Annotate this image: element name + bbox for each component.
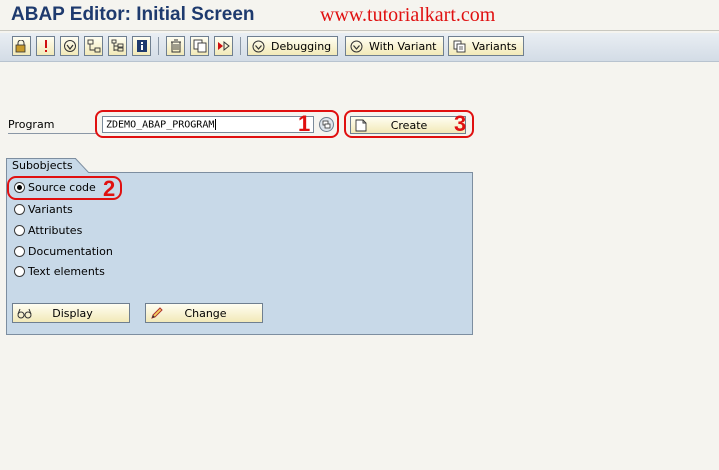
display-button[interactable]: Display	[12, 303, 130, 323]
annotation-number-3: 3	[454, 111, 467, 136]
glasses-icon	[16, 306, 32, 320]
radio-text-elements[interactable]: Text elements	[14, 265, 105, 278]
application-toolbar: Debugging With Variant Variants	[0, 33, 719, 62]
radio-documentation[interactable]: Documentation	[14, 245, 113, 258]
check-icon[interactable]	[36, 36, 55, 56]
with-variant-button[interactable]: With Variant	[345, 36, 444, 56]
copy-icon[interactable]	[190, 36, 209, 56]
other-object-icon[interactable]	[12, 36, 31, 56]
toolbar-separator	[240, 37, 241, 55]
annotation-number-2: 2	[103, 176, 116, 201]
with-variant-label: With Variant	[369, 39, 437, 53]
radio-button[interactable]	[14, 204, 25, 215]
program-label: Program	[8, 118, 55, 131]
debugging-label: Debugging	[271, 39, 332, 53]
change-label: Change	[184, 306, 227, 320]
watermark: www.tutorialkart.com	[320, 4, 496, 26]
display-object-list-icon[interactable]	[108, 36, 127, 56]
debugging-icon	[251, 39, 265, 53]
variants-icon	[452, 39, 466, 53]
variants-label: Variants	[472, 39, 517, 53]
variants-button[interactable]: Variants	[448, 36, 524, 56]
rename-icon[interactable]	[214, 36, 233, 56]
radio-button[interactable]	[14, 225, 25, 236]
change-button[interactable]: Change	[145, 303, 263, 323]
activate-icon[interactable]	[60, 36, 79, 56]
radio-label: Source code	[28, 181, 96, 194]
where-used-icon[interactable]	[84, 36, 103, 56]
radio-attributes[interactable]: Attributes	[14, 224, 82, 237]
title-divider	[0, 30, 719, 31]
toolbar-separator	[158, 37, 159, 55]
window-title: ABAP Editor: Initial Screen	[11, 4, 255, 25]
info-icon[interactable]	[132, 36, 151, 56]
radio-button[interactable]	[14, 246, 25, 257]
pencil-icon	[149, 306, 165, 320]
radio-button[interactable]	[14, 266, 25, 277]
radio-label: Attributes	[28, 224, 83, 237]
execute-with-variant-icon	[349, 39, 363, 53]
radio-label: Variants	[28, 203, 73, 216]
display-label: Display	[52, 306, 93, 320]
radio-dot	[17, 185, 22, 190]
debugging-button[interactable]: Debugging	[247, 36, 339, 56]
radio-label: Documentation	[28, 245, 113, 258]
group-tab-corner	[75, 158, 89, 173]
program-label-underline	[8, 133, 98, 134]
radio-button-selected[interactable]	[14, 182, 25, 193]
delete-icon[interactable]	[166, 36, 185, 56]
radio-label: Text elements	[28, 265, 105, 278]
subobjects-title: Subobjects	[6, 158, 76, 173]
annotation-number-1: 1	[298, 111, 311, 136]
radio-source-code[interactable]: Source code	[14, 181, 96, 194]
radio-variants[interactable]: Variants	[14, 203, 73, 216]
